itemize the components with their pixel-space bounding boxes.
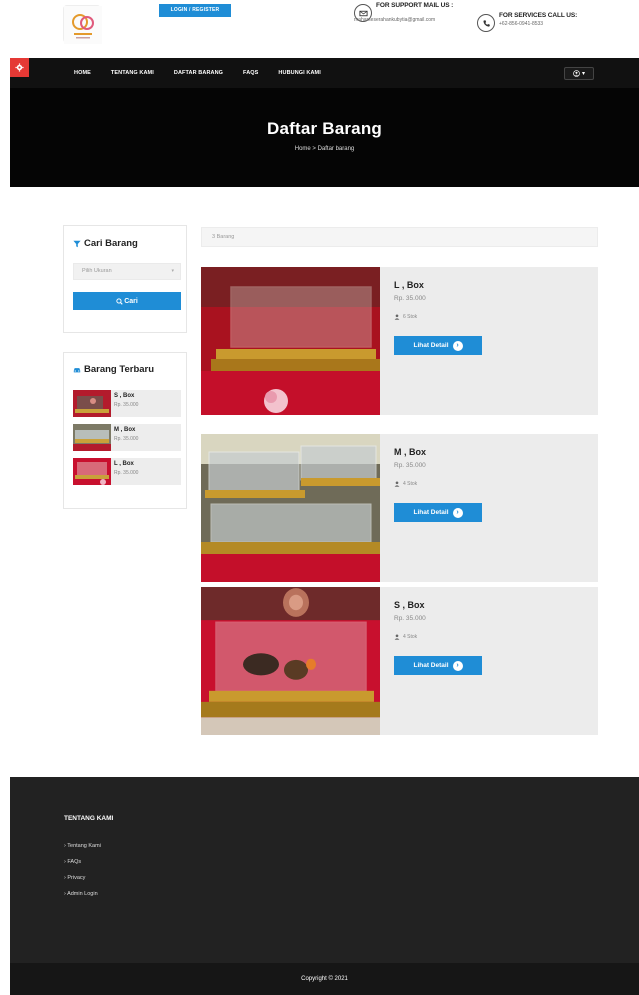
latest-item[interactable]: L , Box Rp. 35.000: [73, 458, 181, 485]
page-banner: Daftar Barang Home > Daftar barang: [10, 88, 639, 187]
view-detail-button[interactable]: Lihat Detail ›: [394, 503, 482, 522]
chevron-down-icon: ▾: [171, 268, 174, 274]
search-panel: Cari Barang Pilih Ukuran ▾ Cari: [63, 225, 187, 333]
latest-item-name: S , Box: [114, 393, 135, 399]
login-register-button[interactable]: LOGIN / REGISTER: [159, 4, 231, 17]
footer-link-text: Privacy: [67, 875, 86, 881]
view-detail-label: Lihat Detail: [413, 509, 449, 516]
latest-item-thumbnail: [73, 458, 111, 485]
product-name: S , Box: [394, 600, 425, 610]
top-header: LOGIN / REGISTER FOR SUPPORT MAIL US : m…: [0, 0, 639, 58]
view-detail-button[interactable]: Lihat Detail ›: [394, 336, 482, 355]
product-stock: 4 Stok: [394, 481, 417, 487]
user-icon: [394, 634, 400, 640]
nav-hubungi-kami[interactable]: HUBUNGI KAMI: [278, 70, 320, 76]
product-card: M , Box Rp. 35.000 4 Stok Lihat Detail ›: [201, 434, 598, 582]
latest-item-price: Rp. 35.000: [114, 436, 139, 442]
product-stock: 4 Stok: [394, 634, 417, 640]
search-button[interactable]: Cari: [73, 292, 181, 310]
support-mail-contact: FOR SUPPORT MAIL US : maharseserahankuby…: [354, 2, 453, 23]
product-stock-text: 4 Stok: [403, 634, 418, 640]
footer: TENTANG KAMI › Tentang Kami › FAQs › Pri…: [10, 777, 639, 963]
logo[interactable]: [63, 5, 102, 44]
breadcrumb[interactable]: Home > Daftar barang: [10, 146, 639, 152]
product-photo[interactable]: [201, 434, 380, 582]
result-count-bar: 3 Barang: [201, 227, 598, 247]
user-icon: [394, 481, 400, 487]
footer-link-text: Tentang Kami: [67, 843, 101, 849]
product-stock-text: 6 Stok: [403, 314, 418, 320]
product-card: S , Box Rp. 35.000 4 Stok Lihat Detail ›: [201, 587, 598, 735]
latest-item-thumbnail: [73, 390, 111, 417]
chevron-down-icon: ▾: [581, 71, 585, 77]
support-email[interactable]: maharseserahankubytia@gmail.com: [354, 17, 453, 23]
view-detail-label: Lihat Detail: [413, 342, 449, 349]
footer-heading: TENTANG KAMI: [64, 815, 114, 822]
latest-item-price: Rp. 35.000: [114, 402, 139, 408]
search-panel-title: Cari Barang: [73, 238, 138, 249]
product-stock-text: 4 Stok: [403, 481, 418, 487]
car-icon: [73, 367, 81, 372]
product-price: Rp. 35.000: [394, 295, 426, 302]
copyright: Copyright © 2021: [10, 963, 639, 995]
call-title: FOR SERVICES CALL US:: [499, 12, 578, 19]
services-call-contact: FOR SERVICES CALL US: +62-856-0941-8533: [477, 12, 577, 32]
product-name: L , Box: [394, 280, 424, 290]
product-photo[interactable]: [201, 587, 380, 735]
nav-tentang-kami[interactable]: TENTANG KAMI: [111, 70, 154, 76]
footer-link-faqs[interactable]: › FAQs: [64, 859, 101, 865]
product-stock: 6 Stok: [394, 314, 417, 320]
main-navbar: HOME TENTANG KAMI DAFTAR BARANG FAQS HUB…: [10, 58, 639, 88]
size-select[interactable]: Pilih Ukuran ▾: [73, 263, 181, 280]
latest-item-thumbnail: [73, 424, 111, 451]
gear-icon[interactable]: [10, 58, 29, 77]
arrow-right-icon: ›: [452, 507, 463, 518]
nav-home[interactable]: HOME: [74, 70, 91, 76]
call-number[interactable]: +62-856-0941-8533: [499, 21, 577, 27]
footer-link-tentang-kami[interactable]: › Tentang Kami: [64, 843, 101, 849]
latest-items-panel: Barang Terbaru S , Box Rp. 35.000 M , Bo…: [63, 352, 187, 509]
search-button-label: Cari: [124, 297, 138, 305]
search-icon: [116, 297, 123, 305]
product-price: Rp. 35.000: [394, 615, 426, 622]
latest-item-name: M , Box: [114, 427, 136, 433]
footer-link-text: FAQs: [67, 859, 82, 865]
filter-icon: [73, 240, 81, 247]
latest-panel-title: Barang Terbaru: [73, 364, 154, 375]
support-title: FOR SUPPORT MAIL US :: [376, 2, 454, 9]
size-select-placeholder: Pilih Ukuran: [82, 268, 112, 274]
latest-item[interactable]: S , Box Rp. 35.000: [73, 390, 181, 417]
arrow-right-icon: ›: [452, 340, 463, 351]
nav-faqs[interactable]: FAQS: [243, 70, 258, 76]
user-menu-button[interactable]: ▾: [564, 67, 594, 80]
view-detail-label: Lihat Detail: [413, 662, 449, 669]
footer-link-privacy[interactable]: › Privacy: [64, 875, 101, 881]
footer-link-text: Admin Login: [67, 891, 98, 897]
arrow-right-icon: ›: [452, 660, 463, 671]
phone-icon: [477, 14, 495, 32]
product-photo[interactable]: [201, 267, 380, 415]
latest-item-name: L , Box: [114, 461, 134, 467]
product-card: L , Box Rp. 35.000 6 Stok Lihat Detail ›: [201, 267, 598, 415]
user-icon: [394, 314, 400, 320]
latest-item[interactable]: M , Box Rp. 35.000: [73, 424, 181, 451]
page-title: Daftar Barang: [266, 119, 383, 138]
latest-title-text: Barang Terbaru: [84, 364, 155, 375]
footer-links: › Tentang Kami › FAQs › Privacy › Admin …: [64, 843, 101, 907]
view-detail-button[interactable]: Lihat Detail ›: [394, 656, 482, 675]
nav-daftar-barang[interactable]: DAFTAR BARANG: [174, 70, 223, 76]
footer-link-admin-login[interactable]: › Admin Login: [64, 891, 101, 897]
user-icon: [573, 70, 580, 77]
product-price: Rp. 35.000: [394, 462, 426, 469]
product-name: M , Box: [394, 447, 427, 457]
nav-links: HOME TENTANG KAMI DAFTAR BARANG FAQS HUB…: [74, 58, 341, 88]
search-title-text: Cari Barang: [84, 238, 138, 249]
latest-item-price: Rp. 35.000: [114, 470, 139, 476]
